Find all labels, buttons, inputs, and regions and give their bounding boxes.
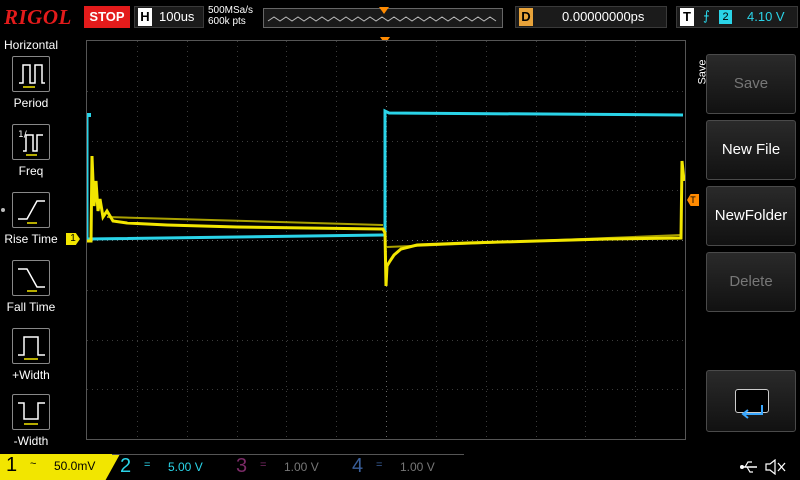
save-button[interactable]: Save: [706, 54, 796, 114]
measure-period-label: Period: [13, 96, 49, 110]
channel-2-scale: 5.00 V: [168, 460, 203, 474]
measure-frequency-label: Freq: [18, 164, 44, 178]
channel-2-tab[interactable]: 2 = 5.00 V: [112, 454, 232, 480]
run-stop-button[interactable]: STOP: [84, 6, 130, 28]
channel-3-coupling: =: [260, 459, 267, 471]
channel-status-bar: 1 ~ 50.0mV 2 = 5.00 V 3 = 1.00 V 4 = 1.0…: [0, 454, 800, 480]
memory-waveform-overview[interactable]: [263, 7, 503, 28]
page-dot-indicator: [1, 208, 5, 212]
channel-2-number: 2: [120, 455, 132, 477]
channel-1-tab[interactable]: 1 ~ 50.0mV: [0, 454, 120, 480]
channel-1-number: 1: [6, 454, 18, 476]
trigger-indicator[interactable]: T ⨍ 2 4.10 V: [676, 6, 798, 28]
channel-1-scale: 50.0mV: [54, 459, 96, 473]
channel-2-coupling: =: [144, 459, 151, 471]
measure-positive-width-label: +Width: [12, 368, 50, 382]
rise-time-icon: [12, 192, 50, 228]
trigger-source: 2: [719, 10, 732, 24]
channel-4-tab[interactable]: 4 = 1.00 V: [344, 454, 464, 480]
channel-3-number: 3: [236, 455, 248, 477]
ch1-offset-marker[interactable]: 1: [66, 233, 80, 245]
timebase-value: 100us: [159, 9, 195, 24]
rising-edge-icon: ⨍: [703, 8, 710, 23]
trigger-level-marker[interactable]: T: [687, 194, 699, 206]
positive-width-icon: [12, 328, 50, 364]
channel-3-tab[interactable]: 3 = 1.00 V: [228, 454, 348, 480]
overview-waveform: [267, 16, 497, 22]
measure-negative-width-label: -Width: [13, 434, 49, 448]
measure-rise-time-label: Rise Time: [4, 232, 58, 246]
fall-time-icon: [12, 260, 50, 296]
new-folder-button[interactable]: NewFolder: [706, 186, 796, 246]
measure-frequency[interactable]: 1/ Freq: [6, 124, 56, 186]
measure-positive-width[interactable]: +Width: [6, 328, 56, 390]
waveform-traces: [87, 108, 685, 287]
usb-icon: [740, 461, 757, 473]
negative-width-icon: [12, 394, 50, 430]
menu-title: Horizontal: [3, 38, 59, 52]
timebase-indicator[interactable]: H 100us: [134, 6, 204, 28]
channel-4-coupling: =: [376, 459, 383, 471]
delay-indicator[interactable]: D 0.00000000ps: [515, 6, 667, 28]
measure-period[interactable]: Period: [6, 56, 56, 118]
brand-logo: RIGOL: [4, 5, 72, 29]
period-icon: [12, 56, 50, 92]
acquisition-info: 500MSa/s 600k pts: [208, 5, 253, 27]
save-menu: Save Save New File NewFolder Delete: [697, 40, 800, 436]
measure-fall-time-label: Fall Time: [6, 300, 56, 314]
top-status-bar: RIGOL STOP H 100us 500MSa/s 600k pts D 0…: [0, 0, 800, 34]
delay-key: D: [519, 8, 533, 26]
measure-rise-time[interactable]: Rise Time: [4, 192, 58, 254]
trigger-level: 4.10 V: [747, 9, 785, 24]
sample-rate: 500MSa/s: [208, 5, 254, 16]
horizontal-measure-menu: Horizontal Period 1/ Freq Rise Time Fall…: [0, 36, 62, 454]
return-arrow-icon: [735, 389, 769, 419]
channel-4-number: 4: [352, 455, 364, 477]
delay-value: 0.00000000ps: [562, 9, 645, 24]
frequency-icon: 1/: [12, 124, 50, 160]
new-file-button[interactable]: New File: [706, 120, 796, 180]
trigger-key: T: [680, 8, 694, 26]
memory-depth: 600k pts: [208, 16, 246, 27]
waveform-display[interactable]: [86, 40, 686, 440]
measure-fall-time[interactable]: Fall Time: [6, 260, 56, 322]
delete-button[interactable]: Delete: [706, 252, 796, 312]
timebase-key: H: [138, 8, 152, 26]
measure-negative-width[interactable]: -Width: [6, 394, 56, 456]
channel-3-scale: 1.00 V: [284, 460, 319, 474]
channel-4-scale: 1.00 V: [400, 460, 435, 474]
channel-1-coupling: ~: [30, 458, 37, 470]
mute-icon[interactable]: [764, 459, 786, 475]
back-button[interactable]: [706, 370, 796, 432]
